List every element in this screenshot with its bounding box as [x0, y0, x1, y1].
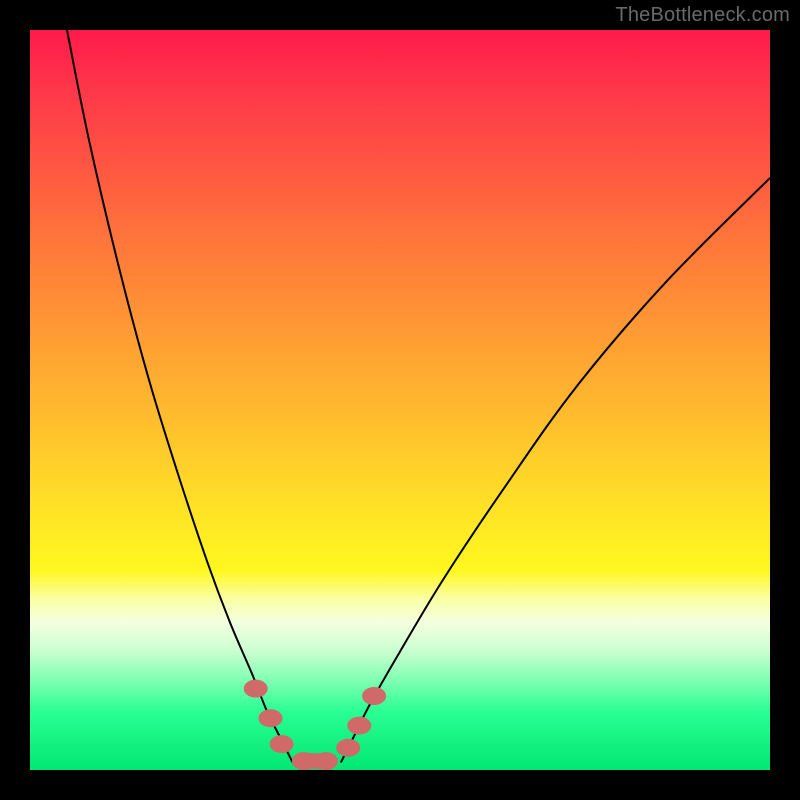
highlight-blob [270, 735, 294, 753]
left-curve [67, 30, 293, 763]
highlight-blob [362, 687, 386, 705]
highlight-blob [298, 753, 332, 769]
highlight-blob [244, 680, 268, 698]
right-curve [341, 178, 770, 763]
chart-svg [30, 30, 770, 770]
chart-frame: TheBottleneck.com [0, 0, 800, 800]
watermark-text: TheBottleneck.com [615, 4, 790, 27]
highlight-blob [259, 709, 283, 727]
marker-group [244, 680, 386, 770]
highlight-blob [347, 717, 371, 735]
highlight-blob [336, 739, 360, 757]
plot-area [30, 30, 770, 770]
